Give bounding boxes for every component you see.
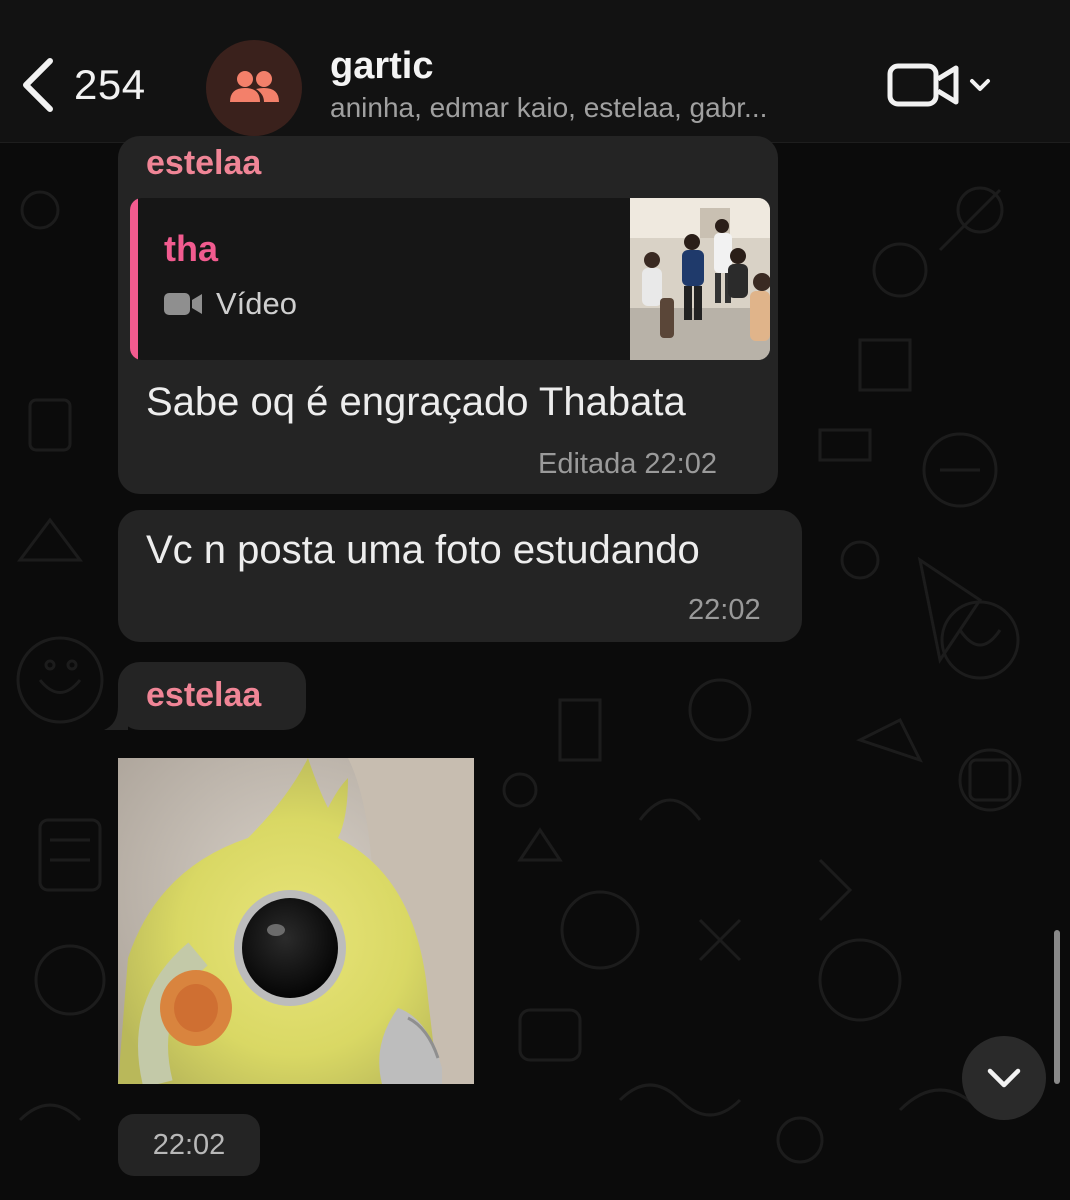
- sender-name: estelaa: [146, 144, 262, 182]
- video-call-button[interactable]: [886, 58, 998, 112]
- group-icon: [230, 71, 279, 102]
- message-edited-time: Editada 22:02: [538, 448, 717, 480]
- quoted-sender-name: tha: [164, 228, 218, 269]
- unread-count: 254: [74, 61, 146, 108]
- sender-name: estelaa: [146, 676, 262, 714]
- group-members: aninha, edmar kaio, estelaa, gabr...: [330, 92, 768, 123]
- chat-header: 254 gartic aninha, edmar kaio, estelaa, …: [0, 0, 1070, 143]
- message-text: Vc n posta uma foto estudando: [146, 528, 700, 572]
- scroll-to-bottom-button[interactable]: [962, 1036, 1046, 1120]
- photo-time: 22:02: [118, 1114, 260, 1176]
- group-name: gartic: [330, 45, 434, 87]
- quoted-media-type: Vídeo: [216, 286, 298, 321]
- quoted-media-label: Vídeo: [164, 286, 297, 322]
- back-button[interactable]: 254: [18, 52, 168, 118]
- quote-accent-bar: [130, 198, 138, 360]
- video-thumbnail: [630, 198, 770, 360]
- message-text: Sabe oq é engraçado Thabata: [146, 380, 686, 424]
- chevron-down-icon: [970, 79, 990, 91]
- bubble-tail: [104, 706, 128, 730]
- scrollbar[interactable]: [1054, 930, 1060, 1084]
- chevron-down-icon: [987, 1068, 1021, 1088]
- chat-title-block[interactable]: gartic aninha, edmar kaio, estelaa, gabr…: [330, 44, 870, 128]
- quoted-message[interactable]: tha Vídeo: [130, 198, 770, 360]
- video-camera-icon: [164, 293, 202, 315]
- photo-message[interactable]: [118, 758, 474, 1084]
- message-time: 22:02: [688, 594, 761, 626]
- video-camera-icon: [887, 63, 959, 107]
- chevron-left-icon: [23, 58, 53, 112]
- group-avatar[interactable]: [206, 40, 302, 136]
